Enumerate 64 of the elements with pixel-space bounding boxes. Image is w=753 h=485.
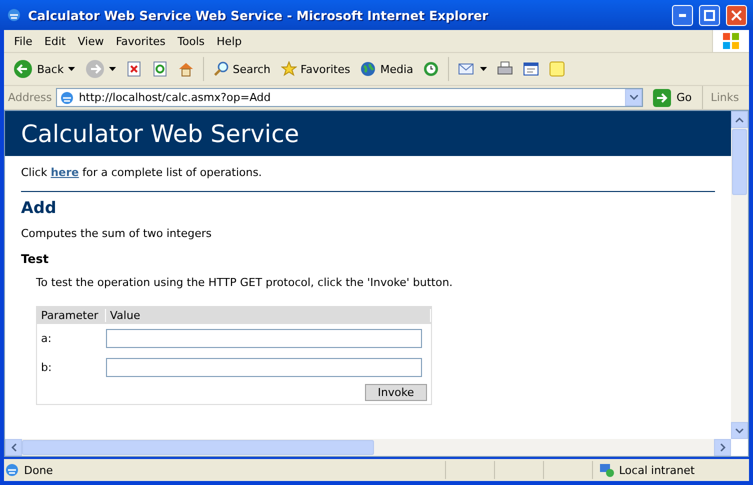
value-field[interactable] [106, 358, 422, 377]
maximize-button[interactable] [699, 4, 720, 26]
menu-item[interactable]: View [72, 34, 110, 48]
menu-item[interactable]: Tools [172, 34, 211, 48]
test-heading: Test [21, 252, 50, 266]
favorites-button[interactable]: Favorites [278, 59, 354, 79]
operation-heading: Add [21, 198, 58, 217]
window-title: Calculator Web Service Web Service - Microsoft Internet Explorer [28, 8, 490, 22]
dropdown-button[interactable] [625, 89, 642, 106]
operations-link[interactable]: here [50, 166, 79, 179]
invoke-button[interactable]: Invoke [364, 384, 427, 401]
menu-item[interactable]: File [8, 34, 38, 48]
close-icon [731, 10, 742, 20]
page-banner: Calculator Web Service [5, 111, 731, 156]
caret-icon [480, 67, 488, 71]
close-button[interactable] [726, 4, 747, 26]
status-text: Done [23, 464, 54, 476]
parameter-label: a: [40, 332, 52, 345]
note-icon [549, 61, 566, 77]
chevron-left-icon [10, 443, 16, 452]
go-button[interactable]: Go [647, 88, 698, 106]
horizontal-scrollbar[interactable] [5, 439, 731, 456]
scroll-thumb[interactable] [732, 129, 747, 195]
network-icon [599, 462, 615, 478]
column-header: Value [106, 309, 431, 322]
chevron-right-icon [720, 443, 726, 452]
chevron-down-icon [735, 428, 744, 434]
scroll-thumb[interactable] [22, 440, 374, 455]
vertical-scrollbar[interactable] [731, 111, 748, 439]
media-button[interactable]: Media [357, 59, 416, 79]
search-icon [212, 61, 229, 77]
refresh-icon [152, 61, 168, 77]
address-label: Address [8, 91, 52, 104]
printer-icon [497, 61, 514, 77]
page-icon [4, 462, 20, 478]
test-instructions: To test the operation using the HTTP GET protocol, click the 'Invoke' button. [36, 276, 454, 289]
column-header: Parameter [37, 309, 106, 322]
home-icon [178, 61, 194, 77]
zone-text: Local intranet [619, 464, 695, 476]
minimize-icon [679, 14, 686, 16]
star-icon [280, 61, 297, 77]
address-field[interactable]: http://localhost/calc.asmx?op=Add [56, 88, 644, 107]
maximize-icon [704, 10, 715, 20]
intro-text: Click here for a complete list of operations. [21, 166, 263, 179]
operation-description: Computes the sum of two integers [21, 227, 213, 240]
menu-item[interactable]: Edit [38, 34, 72, 48]
clock-icon [423, 61, 440, 77]
parameter-label: b: [40, 361, 53, 374]
page-icon [58, 90, 75, 106]
browser-icon [6, 7, 22, 23]
globe-icon [360, 61, 376, 77]
chevron-up-icon [735, 116, 744, 122]
envelope-icon [458, 61, 476, 77]
value-field[interactable] [106, 329, 422, 348]
menu-item[interactable]: Help [210, 34, 248, 48]
caret-icon [108, 67, 116, 71]
edit-document-icon [523, 61, 540, 77]
search-button[interactable]: Search [210, 59, 274, 79]
back-button[interactable]: Back [10, 57, 78, 81]
stop-icon [126, 61, 142, 77]
caret-icon [68, 67, 75, 71]
minimize-button[interactable] [672, 4, 693, 26]
chevron-down-icon [630, 95, 638, 100]
menu-item[interactable]: Favorites [110, 34, 172, 48]
